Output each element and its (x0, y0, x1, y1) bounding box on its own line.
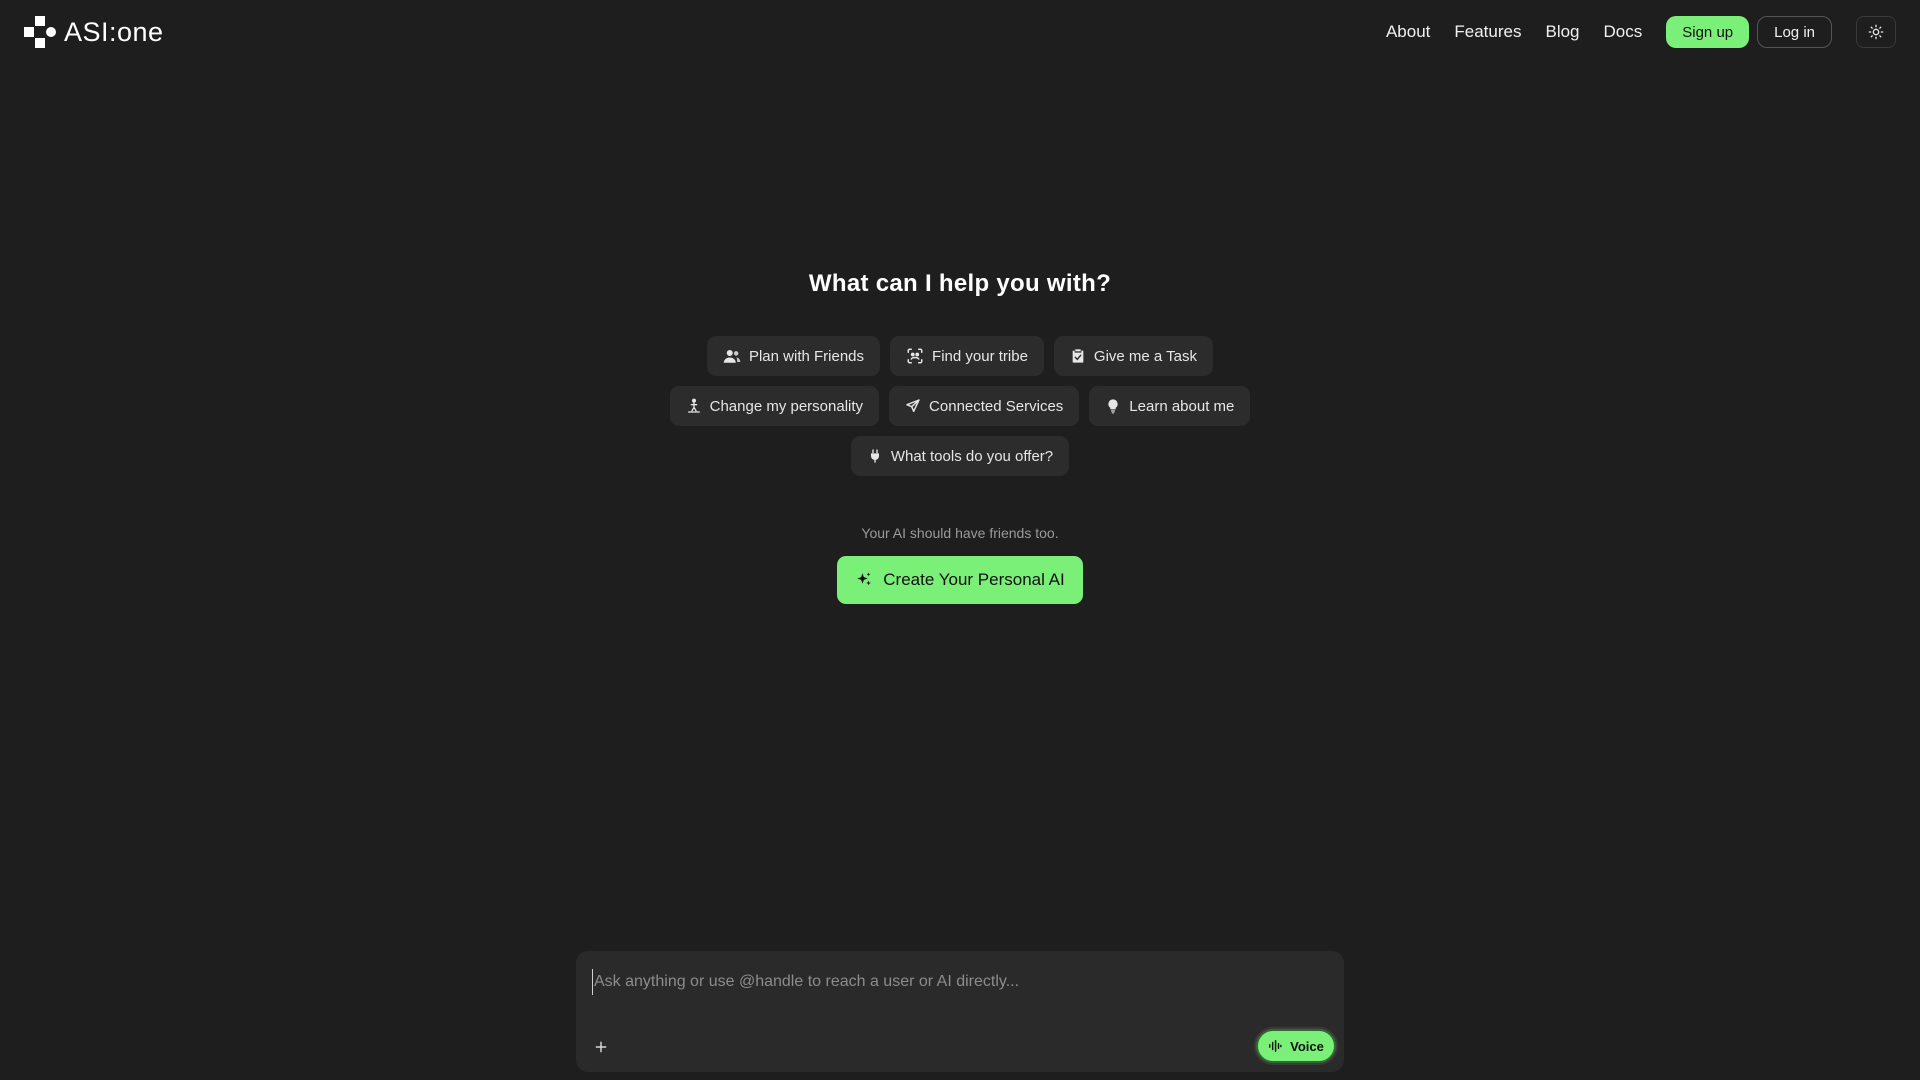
sun-icon (1868, 24, 1884, 40)
chat-input[interactable] (592, 969, 1312, 995)
create-personal-ai-button[interactable]: Create Your Personal AI (837, 556, 1083, 604)
suggestion-connected-services[interactable]: Connected Services (889, 386, 1080, 426)
nav-link-features[interactable]: Features (1454, 22, 1521, 42)
send-icon (906, 399, 920, 413)
suggestion-row-3: What tools do you offer? (0, 436, 1920, 476)
chip-label: Connected Services (929, 397, 1064, 415)
top-bar: ASI:one About Features Blog Docs Sign up… (0, 0, 1920, 64)
suggestion-row-1: Plan with Friends Find your tribe Give m… (0, 336, 1920, 376)
add-attachment-button[interactable] (590, 1036, 612, 1058)
chip-label: Give me a Task (1093, 347, 1198, 365)
plug-icon (870, 449, 879, 463)
suggestion-what-tools[interactable]: What tools do you offer? (850, 436, 1070, 476)
top-nav: About Features Blog Docs Sign up Log in (1386, 15, 1896, 49)
logo[interactable]: ASI:one (24, 16, 164, 48)
plus-icon (595, 1041, 607, 1053)
tagline: Your AI should have friends too. (861, 525, 1059, 541)
person-standing-icon (687, 398, 700, 413)
scan-faces-icon (907, 348, 923, 364)
audio-lines-icon (1269, 1040, 1282, 1052)
cta-label: Create Your Personal AI (883, 570, 1065, 589)
chip-label: Change my personality (709, 397, 864, 415)
chip-label: Plan with Friends (748, 347, 865, 365)
login-button[interactable]: Log in (1757, 16, 1832, 48)
page-title: What can I help you with? (808, 270, 1112, 297)
suggestion-change-my-personality[interactable]: Change my personality (669, 386, 880, 426)
nav-link-blog[interactable]: Blog (1545, 22, 1579, 42)
nav-link-docs[interactable]: Docs (1604, 22, 1643, 42)
chip-label: What tools do you offer? (890, 447, 1054, 465)
nav-link-about[interactable]: About (1386, 22, 1430, 42)
lightbulb-icon (1108, 399, 1118, 414)
suggestion-find-your-tribe[interactable]: Find your tribe (890, 336, 1044, 376)
chip-label: Learn about me (1129, 397, 1235, 415)
logo-text: ASI:one (64, 16, 164, 47)
logo-mark-icon (24, 16, 56, 48)
chip-label: Find your tribe (932, 347, 1028, 365)
suggestion-learn-about-me[interactable]: Learn about me (1089, 386, 1251, 426)
clipboard-check-icon (1072, 349, 1084, 363)
chat-composer: Voice (576, 951, 1344, 1072)
sparkles-icon (857, 572, 872, 586)
suggestion-row-2: Change my personality Connected Services… (0, 386, 1920, 426)
signup-button[interactable]: Sign up (1666, 16, 1750, 48)
voice-button[interactable]: Voice (1256, 1029, 1336, 1063)
theme-toggle-button[interactable] (1856, 16, 1896, 48)
suggestion-plan-with-friends[interactable]: Plan with Friends (706, 336, 881, 376)
suggestion-give-me-a-task[interactable]: Give me a Task (1053, 336, 1214, 376)
voice-label: Voice (1290, 1038, 1324, 1054)
users-icon (723, 350, 741, 363)
